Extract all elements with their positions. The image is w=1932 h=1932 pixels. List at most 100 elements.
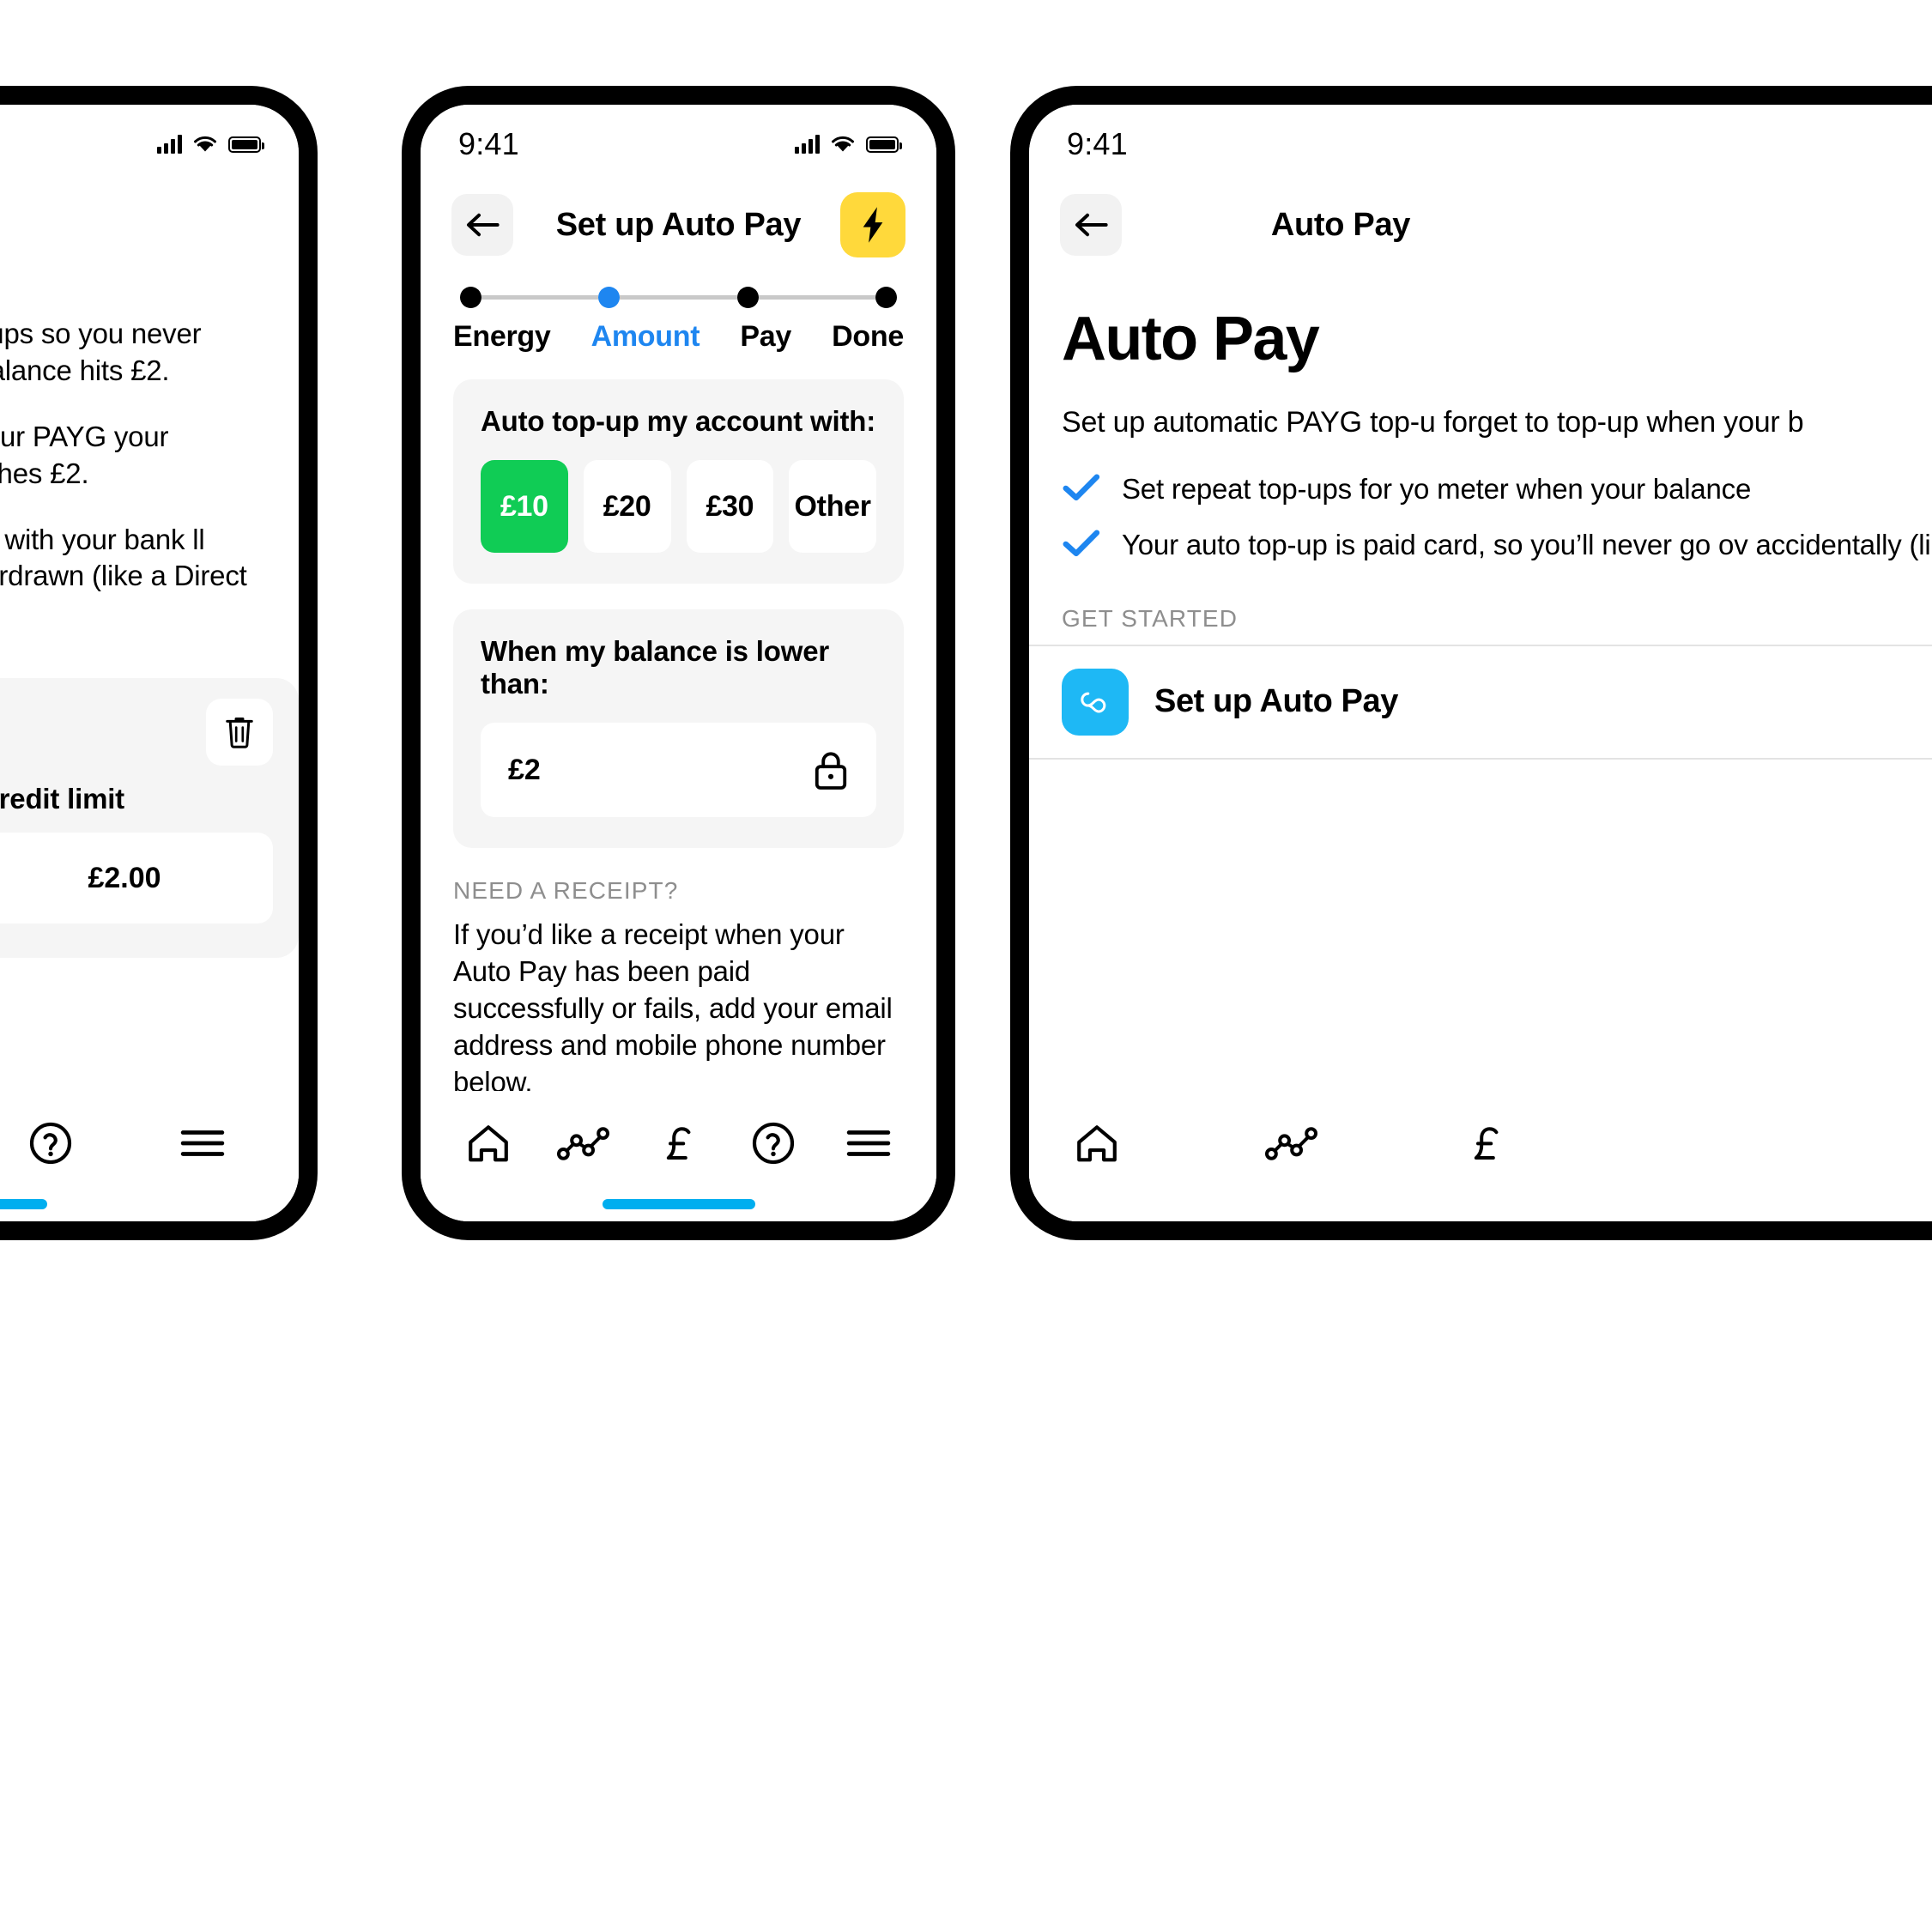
tab-help-center[interactable] bbox=[750, 1120, 796, 1169]
lightning-bolt-button[interactable] bbox=[840, 192, 905, 257]
phone-left: Auto Pay c PAYG top-ups so you never whe… bbox=[0, 86, 318, 1240]
back-arrow-icon bbox=[467, 213, 500, 237]
battery-icon bbox=[228, 136, 264, 153]
left-paragraph-1: c PAYG top-ups so you never when your ba… bbox=[0, 318, 202, 386]
tab-usage-center[interactable] bbox=[556, 1124, 611, 1165]
benefit-item-1: Set repeat top-ups for yo meter when you… bbox=[1062, 471, 1932, 508]
topup-amount-card: Auto top-up my account with: £10 £20 £30… bbox=[453, 379, 904, 584]
screen-right: 9:41 Auto Pay Auto Pay Set up automatic … bbox=[1029, 105, 1932, 1221]
nav-bar-left: Auto Pay bbox=[0, 172, 299, 264]
credit-limit-value[interactable]: £2.00 bbox=[0, 833, 273, 924]
balance-threshold-card: When my balance is lower than: £2 bbox=[453, 609, 904, 848]
stepper-line-2 bbox=[620, 295, 737, 300]
amount-option-10[interactable]: £10 bbox=[481, 460, 568, 553]
balance-threshold-value: £2 bbox=[508, 753, 541, 786]
tab-balance-right[interactable] bbox=[1463, 1121, 1508, 1168]
nav-bar-center: Set up Auto Pay bbox=[421, 172, 936, 264]
credit-limit-card: Credit limit £2.00 bbox=[0, 678, 299, 959]
stepper-labels: Energy Amount Pay Done bbox=[453, 320, 904, 354]
menu-icon bbox=[846, 1130, 890, 1156]
credit-limit-label: Credit limit bbox=[0, 783, 124, 815]
balance-threshold-field[interactable]: £2 bbox=[481, 723, 876, 817]
home-indicator-center bbox=[602, 1199, 755, 1209]
tab-bar-right bbox=[1029, 1091, 1932, 1221]
page-title-right: Auto Pay bbox=[1270, 206, 1411, 243]
step-dot-done[interactable] bbox=[875, 287, 897, 308]
stepper-line-3 bbox=[758, 295, 875, 300]
usage-chart-icon bbox=[556, 1126, 609, 1160]
step-dot-amount[interactable] bbox=[598, 287, 621, 308]
topup-amount-title: Auto top-up my account with: bbox=[481, 405, 876, 437]
status-bar-right: 9:41 bbox=[1029, 105, 1932, 172]
nav-bar-right: Auto Pay bbox=[1029, 172, 1932, 264]
mockup-canvas: Auto Pay c PAYG top-ups so you never whe… bbox=[0, 0, 1932, 1932]
amount-option-other[interactable]: Other bbox=[789, 460, 876, 553]
signal-icon bbox=[157, 135, 182, 154]
wifi-icon bbox=[832, 136, 854, 152]
list-item-set-up-auto-pay[interactable]: Set up Auto Pay bbox=[1029, 646, 1932, 758]
trash-icon bbox=[226, 718, 253, 748]
step-label-done: Done bbox=[832, 320, 904, 353]
step-label-energy: Energy bbox=[453, 320, 551, 353]
home-indicator-left bbox=[0, 1199, 47, 1209]
list-divider-bottom bbox=[1029, 757, 1932, 760]
tab-help-left[interactable] bbox=[27, 1120, 74, 1169]
receipt-body: If you’d like a receipt when your Auto P… bbox=[453, 918, 893, 1098]
tab-menu-left[interactable] bbox=[179, 1125, 226, 1164]
get-started-label: GET STARTED bbox=[1062, 604, 1239, 632]
home-icon bbox=[1077, 1124, 1117, 1161]
lightning-bolt-icon bbox=[863, 207, 883, 243]
tab-balance-center[interactable] bbox=[656, 1121, 700, 1168]
benefit-item-2: Your auto top-up is paid card, so you’ll… bbox=[1062, 527, 1932, 564]
left-paragraph-2: op-ups for your PAYG your balance reache… bbox=[0, 420, 169, 489]
stepper-line-1 bbox=[481, 295, 599, 300]
tab-usage-right[interactable] bbox=[1264, 1124, 1319, 1165]
page-title-left: Auto Pay bbox=[0, 207, 299, 244]
signal-icon bbox=[795, 135, 820, 154]
left-credit-limit-wrap: Credit limit £2.00 bbox=[0, 632, 299, 959]
home-icon bbox=[469, 1124, 509, 1161]
step-label-amount: Amount bbox=[591, 320, 700, 353]
progress-stepper: Energy Amount Pay Done bbox=[421, 264, 936, 354]
screen-left: Auto Pay c PAYG top-ups so you never whe… bbox=[0, 105, 299, 1221]
back-button-center[interactable] bbox=[451, 194, 513, 256]
left-paragraph-3: op-up is paid with your bank ll never go… bbox=[0, 523, 247, 592]
left-copy-block: c PAYG top-ups so you never when your ba… bbox=[0, 264, 299, 632]
stepper-track bbox=[453, 287, 904, 308]
infinity-icon bbox=[1062, 668, 1129, 736]
screen-center: 9:41 Set up Auto Pay Energy Amount Pay D… bbox=[421, 105, 936, 1221]
amount-option-20[interactable]: £20 bbox=[583, 460, 671, 553]
battery-icon bbox=[866, 136, 902, 153]
topup-amount-options: £10 £20 £30 Other bbox=[481, 460, 876, 553]
benefit-text-2: Your auto top-up is paid card, so you’ll… bbox=[1122, 528, 1932, 560]
pound-icon bbox=[667, 1126, 691, 1160]
help-icon bbox=[752, 1122, 795, 1164]
heading-auto-pay: Auto Pay bbox=[1062, 305, 1320, 373]
usage-chart-icon bbox=[1264, 1126, 1317, 1160]
tab-menu-center[interactable] bbox=[845, 1125, 892, 1164]
help-icon bbox=[29, 1122, 72, 1164]
menu-icon bbox=[180, 1130, 224, 1156]
phone-center: 9:41 Set up Auto Pay Energy Amount Pay D… bbox=[402, 86, 955, 1240]
tab-home-center[interactable] bbox=[465, 1122, 512, 1167]
status-icons-left bbox=[157, 135, 264, 154]
receipt-eyebrow: NEED A RECEIPT? bbox=[453, 877, 679, 904]
step-label-pay: Pay bbox=[740, 320, 792, 353]
intro-paragraph: Set up automatic PAYG top-u forget to to… bbox=[1062, 406, 1804, 439]
benefit-text-1: Set repeat top-ups for yo meter when you… bbox=[1122, 472, 1752, 505]
benefits-list: Set repeat top-ups for yo meter when you… bbox=[1029, 442, 1932, 564]
amount-option-30[interactable]: £30 bbox=[686, 460, 774, 553]
status-bar-left bbox=[0, 105, 299, 172]
lock-icon bbox=[815, 752, 847, 790]
tab-home-right[interactable] bbox=[1074, 1122, 1120, 1167]
back-button-right[interactable] bbox=[1060, 194, 1122, 256]
back-arrow-icon bbox=[1075, 213, 1108, 237]
phone-right: 9:41 Auto Pay Auto Pay Set up automatic … bbox=[1010, 86, 1932, 1240]
step-dot-pay[interactable] bbox=[736, 287, 759, 308]
status-time-center: 9:41 bbox=[458, 126, 519, 161]
credit-limit-fields: £2.00 bbox=[0, 833, 273, 924]
delete-icon[interactable] bbox=[206, 699, 273, 766]
status-bar-center: 9:41 bbox=[421, 105, 936, 172]
step-dot-energy[interactable] bbox=[460, 287, 481, 308]
status-time-right: 9:41 bbox=[1067, 126, 1128, 161]
